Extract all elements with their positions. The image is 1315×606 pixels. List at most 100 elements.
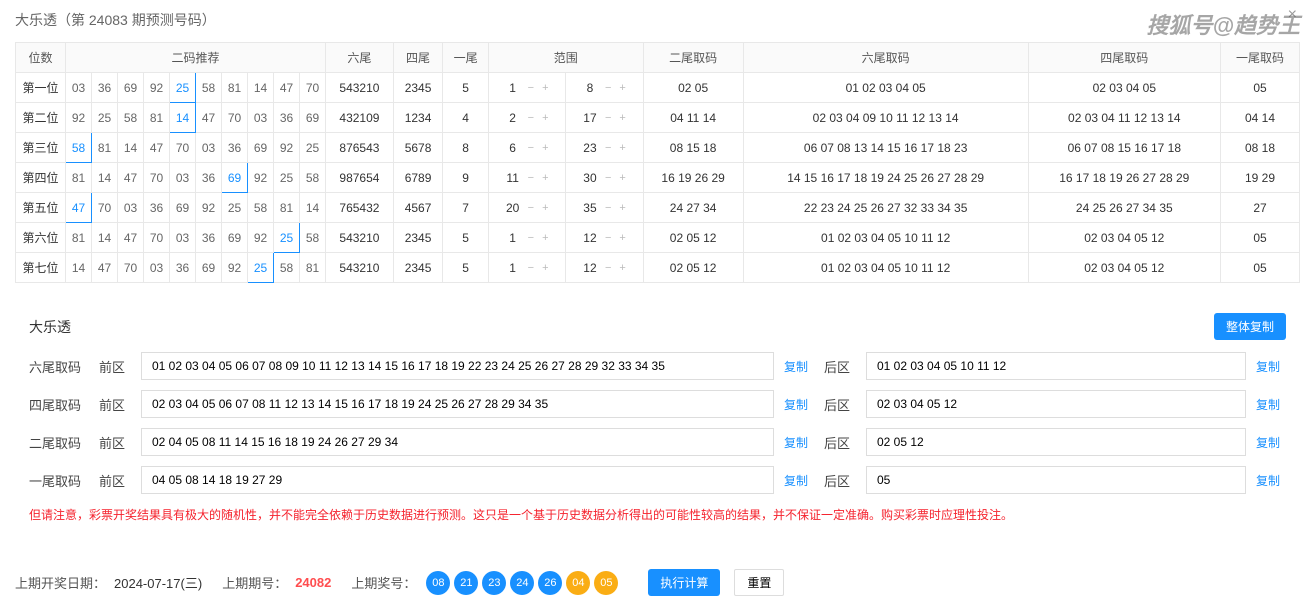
number-cell[interactable]: 69 xyxy=(118,73,144,103)
number-cell[interactable]: 03 xyxy=(170,223,196,253)
front-input[interactable] xyxy=(141,352,774,380)
plus-icon[interactable]: + xyxy=(540,262,550,274)
copy-button[interactable]: 复制 xyxy=(784,472,814,489)
minus-icon[interactable]: − xyxy=(526,202,536,214)
number-cell[interactable]: 92 xyxy=(248,163,274,193)
minus-icon[interactable]: − xyxy=(526,232,536,244)
number-cell[interactable]: 25 xyxy=(170,73,196,103)
number-cell[interactable]: 81 xyxy=(222,73,248,103)
number-cell[interactable]: 92 xyxy=(274,133,300,163)
plus-icon[interactable]: + xyxy=(540,202,550,214)
number-cell[interactable]: 58 xyxy=(66,133,92,163)
copy-button[interactable]: 复制 xyxy=(1256,396,1286,413)
number-cell[interactable]: 03 xyxy=(248,103,274,133)
number-cell[interactable]: 47 xyxy=(144,133,170,163)
plus-icon[interactable]: + xyxy=(617,202,627,214)
number-cell[interactable]: 69 xyxy=(222,223,248,253)
back-input[interactable] xyxy=(866,352,1246,380)
number-cell[interactable]: 14 xyxy=(66,253,92,283)
back-input[interactable] xyxy=(866,466,1246,494)
minus-icon[interactable]: − xyxy=(603,232,613,244)
number-cell[interactable]: 47 xyxy=(118,223,144,253)
copy-button[interactable]: 复制 xyxy=(784,358,814,375)
copy-button[interactable]: 复制 xyxy=(1256,434,1286,451)
number-cell[interactable]: 47 xyxy=(92,253,118,283)
number-cell[interactable]: 25 xyxy=(248,253,274,283)
close-icon[interactable]: × xyxy=(1288,6,1297,24)
number-cell[interactable]: 58 xyxy=(300,163,326,193)
number-cell[interactable]: 92 xyxy=(66,103,92,133)
number-cell[interactable]: 14 xyxy=(92,163,118,193)
minus-icon[interactable]: − xyxy=(603,262,613,274)
number-cell[interactable]: 25 xyxy=(274,163,300,193)
minus-icon[interactable]: − xyxy=(603,82,613,94)
number-cell[interactable]: 58 xyxy=(118,103,144,133)
number-cell[interactable]: 81 xyxy=(66,163,92,193)
number-cell[interactable]: 81 xyxy=(66,223,92,253)
number-cell[interactable]: 92 xyxy=(248,223,274,253)
number-cell[interactable]: 70 xyxy=(92,193,118,223)
minus-icon[interactable]: − xyxy=(603,172,613,184)
copy-all-button[interactable]: 整体复制 xyxy=(1214,313,1286,340)
number-cell[interactable]: 92 xyxy=(196,193,222,223)
plus-icon[interactable]: + xyxy=(617,142,627,154)
number-cell[interactable]: 69 xyxy=(248,133,274,163)
plus-icon[interactable]: + xyxy=(540,232,550,244)
number-cell[interactable]: 03 xyxy=(118,193,144,223)
execute-button[interactable]: 执行计算 xyxy=(648,569,720,596)
plus-icon[interactable]: + xyxy=(617,232,627,244)
number-cell[interactable]: 25 xyxy=(300,133,326,163)
number-cell[interactable]: 70 xyxy=(170,133,196,163)
plus-icon[interactable]: + xyxy=(540,172,550,184)
plus-icon[interactable]: + xyxy=(540,142,550,154)
minus-icon[interactable]: − xyxy=(526,142,536,154)
number-cell[interactable]: 81 xyxy=(144,103,170,133)
number-cell[interactable]: 70 xyxy=(144,163,170,193)
number-cell[interactable]: 92 xyxy=(144,73,170,103)
number-cell[interactable]: 36 xyxy=(196,223,222,253)
number-cell[interactable]: 69 xyxy=(300,103,326,133)
plus-icon[interactable]: + xyxy=(617,172,627,184)
minus-icon[interactable]: − xyxy=(526,82,536,94)
number-cell[interactable]: 58 xyxy=(248,193,274,223)
plus-icon[interactable]: + xyxy=(617,82,627,94)
number-cell[interactable]: 36 xyxy=(274,103,300,133)
number-cell[interactable]: 47 xyxy=(66,193,92,223)
number-cell[interactable]: 58 xyxy=(196,73,222,103)
number-cell[interactable]: 69 xyxy=(170,193,196,223)
number-cell[interactable]: 69 xyxy=(222,163,248,193)
number-cell[interactable]: 03 xyxy=(170,163,196,193)
front-input[interactable] xyxy=(141,466,774,494)
copy-button[interactable]: 复制 xyxy=(1256,358,1286,375)
minus-icon[interactable]: − xyxy=(526,112,536,124)
number-cell[interactable]: 14 xyxy=(300,193,326,223)
back-input[interactable] xyxy=(866,390,1246,418)
minus-icon[interactable]: − xyxy=(526,262,536,274)
number-cell[interactable]: 36 xyxy=(196,163,222,193)
number-cell[interactable]: 36 xyxy=(144,193,170,223)
number-cell[interactable]: 25 xyxy=(222,193,248,223)
front-input[interactable] xyxy=(141,390,774,418)
copy-button[interactable]: 复制 xyxy=(784,396,814,413)
number-cell[interactable]: 36 xyxy=(170,253,196,283)
number-cell[interactable]: 70 xyxy=(222,103,248,133)
number-cell[interactable]: 70 xyxy=(144,223,170,253)
number-cell[interactable]: 47 xyxy=(196,103,222,133)
number-cell[interactable]: 47 xyxy=(118,163,144,193)
number-cell[interactable]: 47 xyxy=(274,73,300,103)
number-cell[interactable]: 69 xyxy=(196,253,222,283)
copy-button[interactable]: 复制 xyxy=(1256,472,1286,489)
number-cell[interactable]: 81 xyxy=(300,253,326,283)
number-cell[interactable]: 58 xyxy=(300,223,326,253)
number-cell[interactable]: 70 xyxy=(118,253,144,283)
number-cell[interactable]: 92 xyxy=(222,253,248,283)
copy-button[interactable]: 复制 xyxy=(784,434,814,451)
number-cell[interactable]: 14 xyxy=(170,103,196,133)
back-input[interactable] xyxy=(866,428,1246,456)
number-cell[interactable]: 81 xyxy=(274,193,300,223)
number-cell[interactable]: 03 xyxy=(66,73,92,103)
number-cell[interactable]: 70 xyxy=(300,73,326,103)
number-cell[interactable]: 14 xyxy=(118,133,144,163)
minus-icon[interactable]: − xyxy=(603,112,613,124)
number-cell[interactable]: 14 xyxy=(248,73,274,103)
